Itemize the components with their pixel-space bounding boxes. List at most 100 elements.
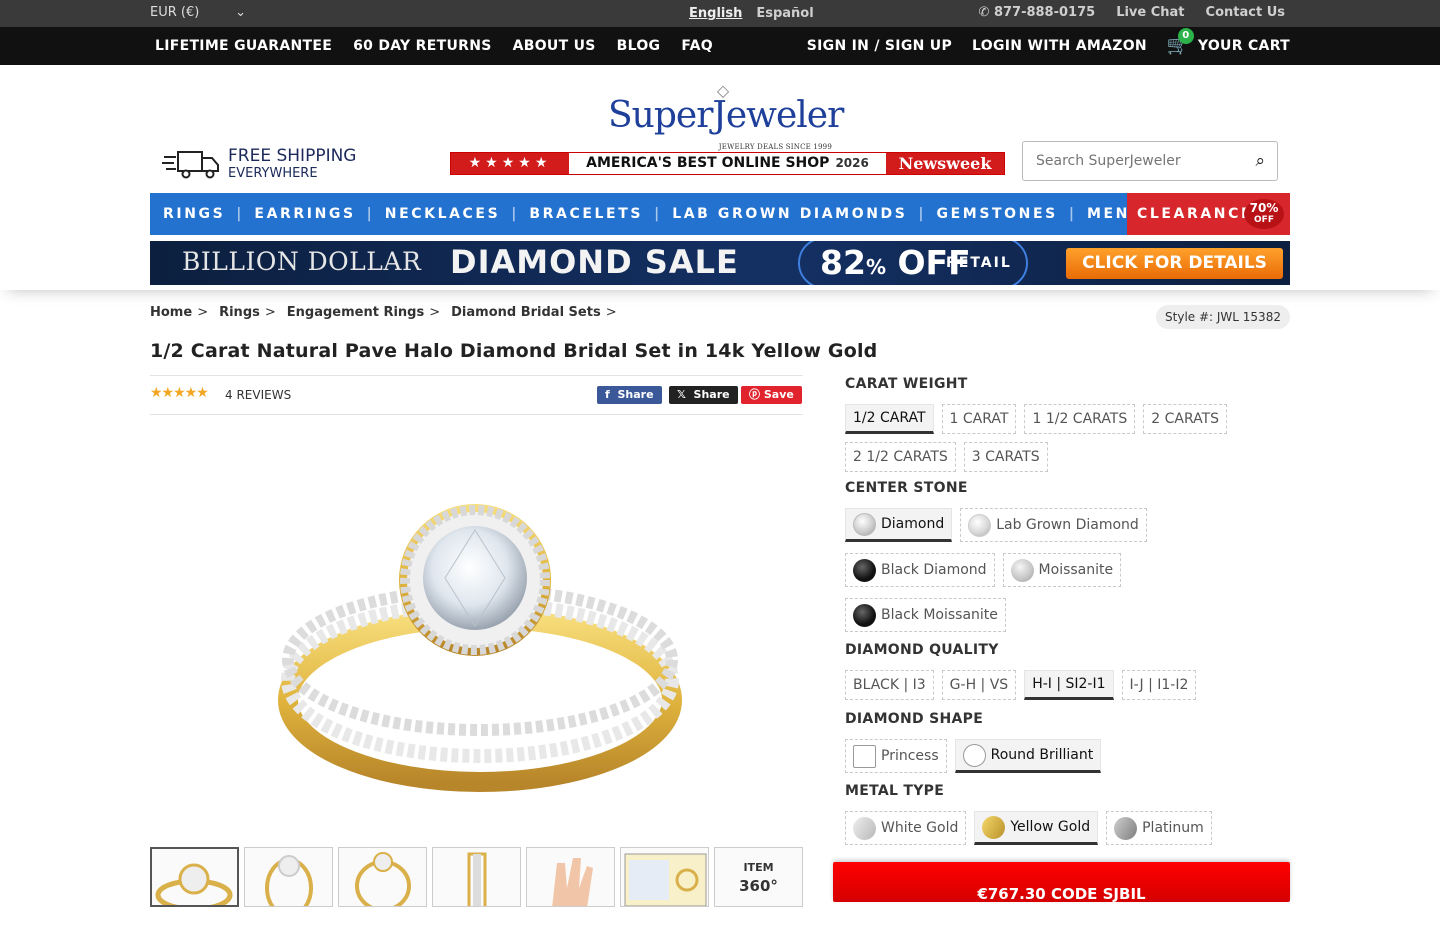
cat-bracelets[interactable]: BRACELETS [516, 206, 643, 222]
shape-option-princess[interactable]: Princess [845, 739, 947, 773]
thumbnail-5[interactable] [526, 847, 615, 907]
diamond-sale-banner[interactable]: BILLION DOLLAR DIAMOND SALE 82% OFF RETA… [150, 241, 1290, 285]
carat-option-1[interactable]: 1 CARAT [941, 404, 1017, 434]
search-icon[interactable]: ⌕ [1255, 151, 1265, 171]
product-image[interactable] [270, 500, 690, 800]
breadcrumb-home[interactable]: Home [150, 305, 192, 320]
thumbnail-1[interactable] [150, 847, 239, 907]
quality-option-ij-i1-i2[interactable]: I-J | I1-I2 [1121, 670, 1197, 700]
breadcrumb-engagement-rings[interactable]: Engagement Rings [287, 305, 424, 320]
black-moissanite-icon [853, 603, 876, 627]
phone-link[interactable]: ✆ 877-888-0175 [979, 5, 1096, 20]
quality-option-hi-si2-i1[interactable]: H-I | SI2-I1 [1024, 670, 1114, 700]
breadcrumb: Home > Rings > Engagement Rings > Diamond B… [150, 305, 621, 320]
facebook-share-button[interactable]: f Share [597, 386, 662, 404]
rating-stars[interactable]: ★★★★★ [150, 385, 209, 401]
cart-label: YOUR CART [1197, 38, 1290, 54]
quality-option-gh-vs[interactable]: G-H | VS [941, 670, 1017, 700]
breadcrumb-rings[interactable]: Rings [219, 305, 260, 320]
center-stone-heading: CENTER STONE [845, 480, 968, 496]
contact-us-link[interactable]: Contact Us [1206, 5, 1285, 20]
style-number-badge: Style #: JWL 15382 [1156, 305, 1290, 329]
metal-option-platinum[interactable]: Platinum [1106, 811, 1212, 845]
stone-option-diamond[interactable]: Diamond [845, 508, 953, 542]
cat-separator: | [654, 206, 660, 222]
thumbnail-5-image [552, 858, 593, 906]
banner-retail: RETAIL [946, 255, 1012, 271]
facebook-icon: f [605, 388, 610, 401]
shape-option-round-brilliant[interactable]: Round Brilliant [954, 739, 1102, 773]
carat-weight-section: CARAT WEIGHT 1/2 CARAT 1 CARAT 1 1/2 CAR… [845, 376, 1290, 472]
site-logo[interactable]: ◇ SuperJeweler JEWELRY DEALS SINCE 1999 [608, 83, 844, 152]
thumbnail-3[interactable] [338, 847, 427, 907]
metal-option-white-gold-label: White Gold [881, 820, 959, 836]
metal-option-white-gold[interactable]: White Gold [845, 811, 967, 845]
thumbnail-1-image [155, 863, 233, 905]
reviews-link[interactable]: 4 REVIEWS [225, 388, 291, 402]
lang-english[interactable]: English [689, 6, 742, 21]
metal-option-platinum-label: Platinum [1142, 820, 1204, 836]
logo-brand: SuperJeweler [608, 95, 844, 136]
thumbnail-6-certificate[interactable] [620, 847, 709, 907]
clearance-pct: 70% [1249, 201, 1279, 215]
nav-lifetime-guarantee[interactable]: LIFETIME GUARANTEE [155, 38, 332, 54]
lang-espanol[interactable]: Español [756, 6, 813, 21]
diamond-shape-heading: DIAMOND SHAPE [845, 711, 984, 727]
carat-option-2-5[interactable]: 2 1/2 CARATS [845, 442, 956, 472]
nav-60-day-returns[interactable]: 60 DAY RETURNS [353, 38, 492, 54]
login-amazon-link[interactable]: LOGIN WITH AMAZON [972, 38, 1147, 54]
price-code-bar[interactable]: €767.30 CODE SJBIL [833, 862, 1290, 903]
carat-option-half[interactable]: 1/2 CARAT [845, 404, 934, 434]
shape-option-round-brilliant-label: Round Brilliant [990, 747, 1094, 763]
x-share-button[interactable]: 𝕏 Share [669, 386, 738, 404]
carat-option-2[interactable]: 2 CARATS [1143, 404, 1228, 434]
thumbnail-3-image [355, 852, 411, 906]
center-stone-options-row2: Black Diamond Moissanite [845, 553, 1290, 587]
pinterest-save-button[interactable]: ⓟ Save [741, 386, 802, 404]
cat-separator: | [366, 206, 372, 222]
cat-clearance[interactable]: CLEARANCE 70% OFF [1127, 193, 1290, 235]
currency-select[interactable]: EUR (€) ⌄ [150, 5, 246, 20]
thumbnail-360-view[interactable]: ITEM 360° [714, 847, 803, 907]
cat-rings[interactable]: RINGS [150, 206, 225, 222]
stone-option-black-diamond[interactable]: Black Diamond [845, 553, 995, 587]
cat-lab-grown-diamonds[interactable]: LAB GROWN DIAMONDS [659, 206, 907, 222]
nav-faq[interactable]: FAQ [681, 38, 713, 54]
nav-about-us[interactable]: ABOUT US [513, 38, 596, 54]
banner-cta-button[interactable]: CLICK FOR DETAILS [1066, 248, 1283, 279]
cat-necklaces[interactable]: NECKLACES [372, 206, 500, 222]
currency-value: EUR (€) [150, 5, 200, 20]
stone-option-moissanite-label: Moissanite [1038, 562, 1114, 578]
thumbnail-360-label: 360° [739, 877, 778, 895]
top-utility-bar: EUR (€) ⌄ English Español ✆ 877-888-0175… [0, 0, 1440, 27]
live-chat-link[interactable]: Live Chat [1116, 5, 1184, 20]
cat-gemstones[interactable]: GEMSTONES [924, 206, 1058, 222]
nav-blog[interactable]: BLOG [617, 38, 661, 54]
cart-link[interactable]: 🛒 0 YOUR CART [1167, 28, 1290, 56]
product-options: CARAT WEIGHT 1/2 CARAT 1 CARAT 1 1/2 CAR… [845, 376, 1290, 861]
main-navbar: LIFETIME GUARANTEE 60 DAY RETURNS ABOUT … [0, 27, 1440, 65]
breadcrumb-diamond-bridal-sets[interactable]: Diamond Bridal Sets [451, 305, 601, 320]
cart-count-badge: 0 [1177, 28, 1194, 44]
stone-option-lab-grown[interactable]: Lab Grown Diamond [960, 508, 1147, 542]
carat-option-3[interactable]: 3 CARATS [963, 442, 1048, 472]
stone-option-black-moissanite[interactable]: Black Moissanite [845, 598, 1006, 632]
carat-option-1-5[interactable]: 1 1/2 CARATS [1024, 404, 1136, 434]
free-shipping-subtitle: EVERYWHERE [228, 166, 318, 181]
stone-option-moissanite[interactable]: Moissanite [1002, 553, 1122, 587]
banner-pct-value: 82 [820, 243, 866, 282]
quality-option-black-i3[interactable]: BLACK | I3 [845, 670, 934, 700]
cat-earrings[interactable]: EARRINGS [241, 206, 355, 222]
pinterest-save-label: Save [763, 388, 794, 401]
metal-option-yellow-gold[interactable]: Yellow Gold [974, 811, 1099, 845]
info-links: LIFETIME GUARANTEE 60 DAY RETURNS ABOUT … [155, 38, 713, 54]
cat-separator: | [511, 206, 517, 222]
award-stars: ★★★★★ [451, 153, 569, 174]
sign-in-link[interactable]: SIGN IN / SIGN UP [807, 38, 952, 54]
banner-pct-sign: % [865, 255, 886, 279]
search-input[interactable] [1023, 142, 1233, 180]
breadcrumb-sep: > [429, 305, 441, 320]
thumbnail-4[interactable] [432, 847, 521, 907]
award-title: AMERICA'S BEST ONLINE SHOP [586, 155, 830, 171]
thumbnail-2[interactable] [244, 847, 333, 907]
